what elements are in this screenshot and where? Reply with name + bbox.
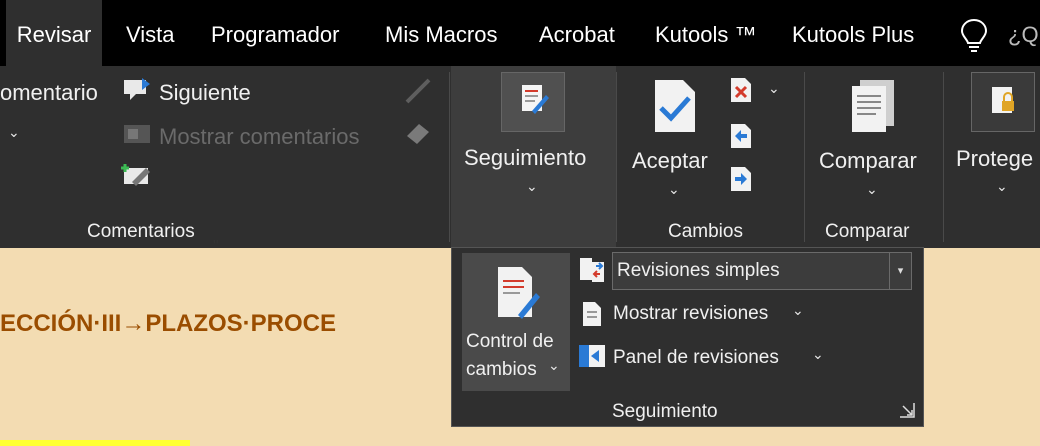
tell-me-search[interactable]: ¿Q — [1008, 0, 1039, 66]
chevron-down-icon[interactable]: ⌄ — [866, 181, 878, 198]
reviewing-pane-button[interactable]: Panel de revisiones — [613, 347, 779, 369]
show-comments-button[interactable]: Mostrar comentarios — [159, 124, 360, 150]
compare-button[interactable]: Comparar — [819, 148, 917, 174]
highlighted-text — [0, 440, 190, 446]
eraser-icon — [403, 120, 433, 151]
chevron-down-icon[interactable]: ⌄ — [668, 181, 680, 198]
changes-group-label: Cambios — [668, 221, 743, 242]
group-separator — [804, 72, 805, 242]
protect-icon[interactable] — [971, 72, 1035, 132]
comments-group-label: Comentarios — [87, 221, 195, 242]
markup-select-value: Revisiones simples — [617, 260, 780, 281]
chevron-down-icon[interactable]: ⌄ — [812, 346, 824, 363]
select-arrow-icon[interactable]: ▾ — [889, 253, 911, 289]
compare-icon[interactable] — [848, 78, 898, 139]
tab-kutools-plus[interactable]: Kutools Plus — [792, 0, 914, 66]
chevron-down-icon[interactable]: ⌄ — [8, 124, 20, 141]
ribbon-body: omentario ⌄ Siguiente Mostrar comentario… — [0, 66, 1040, 248]
new-comment-button[interactable]: omentario — [0, 80, 98, 106]
track-changes-label-2: cambios — [466, 359, 537, 380]
show-comments-icon — [122, 122, 152, 151]
tab-revisar[interactable]: Revisar — [6, 0, 102, 66]
accept-button[interactable]: Aceptar — [632, 148, 708, 174]
tab-programador[interactable]: Programador — [211, 0, 339, 66]
tab-mis-macros[interactable]: Mis Macros — [385, 0, 497, 66]
track-changes-icon — [494, 263, 542, 328]
tab-kutools[interactable]: Kutools ™ — [655, 0, 757, 66]
reviewing-pane-icon — [577, 343, 607, 374]
chevron-down-icon[interactable]: ⌄ — [526, 178, 538, 195]
chevron-down-icon[interactable]: ⌄ — [792, 302, 804, 319]
chevron-down-icon[interactable]: ⌄ — [996, 178, 1008, 195]
next-comment-button[interactable]: Siguiente — [159, 80, 251, 106]
group-separator — [449, 72, 450, 242]
chevron-down-icon[interactable]: ⌄ — [548, 357, 560, 374]
track-changes-button[interactable]: Control de cambios ⌄ — [462, 253, 570, 391]
new-comment-edit-icon[interactable] — [120, 162, 154, 193]
tracking-icon-frame[interactable] — [501, 72, 565, 132]
show-markup-button[interactable]: Mostrar revisiones — [613, 303, 768, 325]
quote-mark: " — [213, 238, 219, 255]
chevron-down-icon[interactable]: ⌄ — [768, 80, 780, 97]
show-markup-icon — [581, 300, 603, 333]
previous-change-icon[interactable] — [729, 122, 753, 155]
reject-icon[interactable] — [729, 76, 753, 109]
dialog-launcher-icon[interactable] — [899, 402, 915, 423]
document-heading: ECCIÓN·III→PLAZOS·PROCE — [0, 310, 337, 337]
track-changes-label-1: Control de — [466, 331, 554, 352]
protect-button[interactable]: Protege — [956, 146, 1033, 172]
group-separator — [616, 72, 617, 242]
lightbulb-icon[interactable] — [960, 18, 988, 57]
tracking-dropdown-panel: Control de cambios ⌄ Revisiones simples … — [451, 247, 924, 427]
tab-vista[interactable]: Vista — [126, 0, 175, 66]
tracking-button[interactable]: Seguimiento — [464, 145, 586, 171]
markup-select[interactable]: Revisiones simples ▾ — [612, 252, 912, 290]
pen-icon — [403, 78, 433, 109]
compare-group-label: Comparar — [825, 221, 910, 242]
group-separator — [943, 72, 944, 242]
tracking-group-label: Seguimiento — [612, 401, 718, 422]
accept-icon[interactable] — [653, 78, 697, 139]
markup-view-icon — [578, 256, 606, 289]
ribbon-tab-bar: Revisar Vista Programador Mis Macros Acr… — [0, 0, 1040, 66]
next-comment-icon — [122, 76, 152, 107]
next-change-icon[interactable] — [729, 165, 753, 198]
tab-acrobat[interactable]: Acrobat — [539, 0, 615, 66]
